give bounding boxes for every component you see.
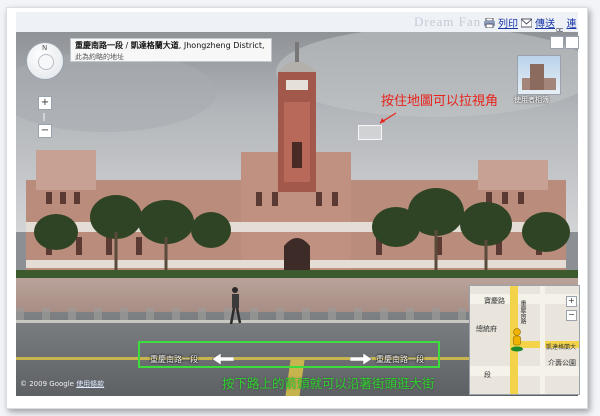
pegman-icon[interactable] — [510, 328, 524, 352]
address-approx-note: 此為約略的地址 — [75, 53, 124, 61]
drag-hint-annotation: 按住地圖可以拉視角 — [381, 94, 499, 109]
zoom-control: + − — [38, 96, 52, 141]
send-link[interactable]: 傳送 — [521, 15, 555, 30]
address-district: , Jhongzheng District, 台灣 — [178, 41, 267, 50]
pointer-arrow-icon — [379, 112, 397, 124]
zoom-out-button[interactable]: − — [38, 124, 52, 138]
map-label-president-office: 總統府 — [476, 325, 497, 333]
zoom-track — [43, 113, 45, 121]
navigate-left-arrow-icon[interactable] — [212, 353, 234, 365]
address-box: 重慶南路一段 / 凱達格蘭大道, Jhongzheng District, 台灣… — [70, 38, 272, 62]
drag-cursor-box — [358, 125, 382, 140]
pan-center-handle[interactable] — [38, 54, 54, 70]
pan-control[interactable]: N — [26, 42, 64, 80]
print-link[interactable]: 列印 — [484, 15, 518, 30]
toolbar: Dream Fan 列印 傳送 連結 — [16, 12, 578, 45]
presidential-office-building — [16, 32, 578, 278]
map-label-chongqing: 重慶南路 — [519, 300, 526, 324]
printer-icon — [484, 17, 495, 28]
street-label-right[interactable]: 重慶南路一段 — [376, 354, 424, 365]
map-label-jieshou-park: 介壽公園 — [548, 359, 576, 367]
mail-icon — [521, 18, 532, 27]
map-label-baoqing: 寶慶路 — [484, 297, 505, 305]
map-label-section: 段 — [484, 371, 491, 379]
address-line: 重慶南路一段 / 凱達格蘭大道, Jhongzheng District, 台灣 — [75, 40, 267, 51]
terms-link[interactable]: 使用條款 — [76, 380, 104, 388]
expand-icon[interactable] — [565, 36, 579, 49]
north-indicator: N — [42, 44, 48, 52]
navigate-right-arrow-icon[interactable] — [350, 353, 372, 365]
user-photos-caption: 使用者相簿 — [514, 96, 549, 104]
address-road1: 重慶南路一段 — [75, 41, 123, 50]
print-label: 列印 — [498, 19, 518, 30]
zoom-in-button[interactable]: + — [38, 96, 52, 110]
minimap-zoom-out[interactable]: − — [566, 310, 577, 321]
minimap-zoom-in[interactable]: + — [566, 296, 577, 307]
user-photo-thumbnail[interactable] — [517, 55, 561, 95]
map-label-ketagalan: 凱達格蘭大 — [546, 344, 577, 351]
pin-icon[interactable] — [550, 36, 564, 49]
street-hint-annotation: 按下路上的箭頭就可以沿著街頭逛大街 — [222, 376, 435, 391]
watermark: Dream Fan — [414, 14, 482, 29]
address-road2: 凱達格蘭大道 — [130, 41, 179, 50]
copyright-text: © 2009 Google — [20, 380, 74, 388]
street-label-left[interactable]: 重慶南路一段 — [150, 354, 198, 365]
send-label: 傳送 — [535, 19, 555, 30]
mini-map[interactable]: 寶慶路 總統府 重慶南路 凱達格蘭大 介壽公園 段 + − — [469, 285, 580, 395]
pedestrian — [229, 287, 242, 325]
address-separator: / — [123, 41, 131, 50]
copyright: © 2009 Google 使用條款 — [20, 379, 104, 389]
